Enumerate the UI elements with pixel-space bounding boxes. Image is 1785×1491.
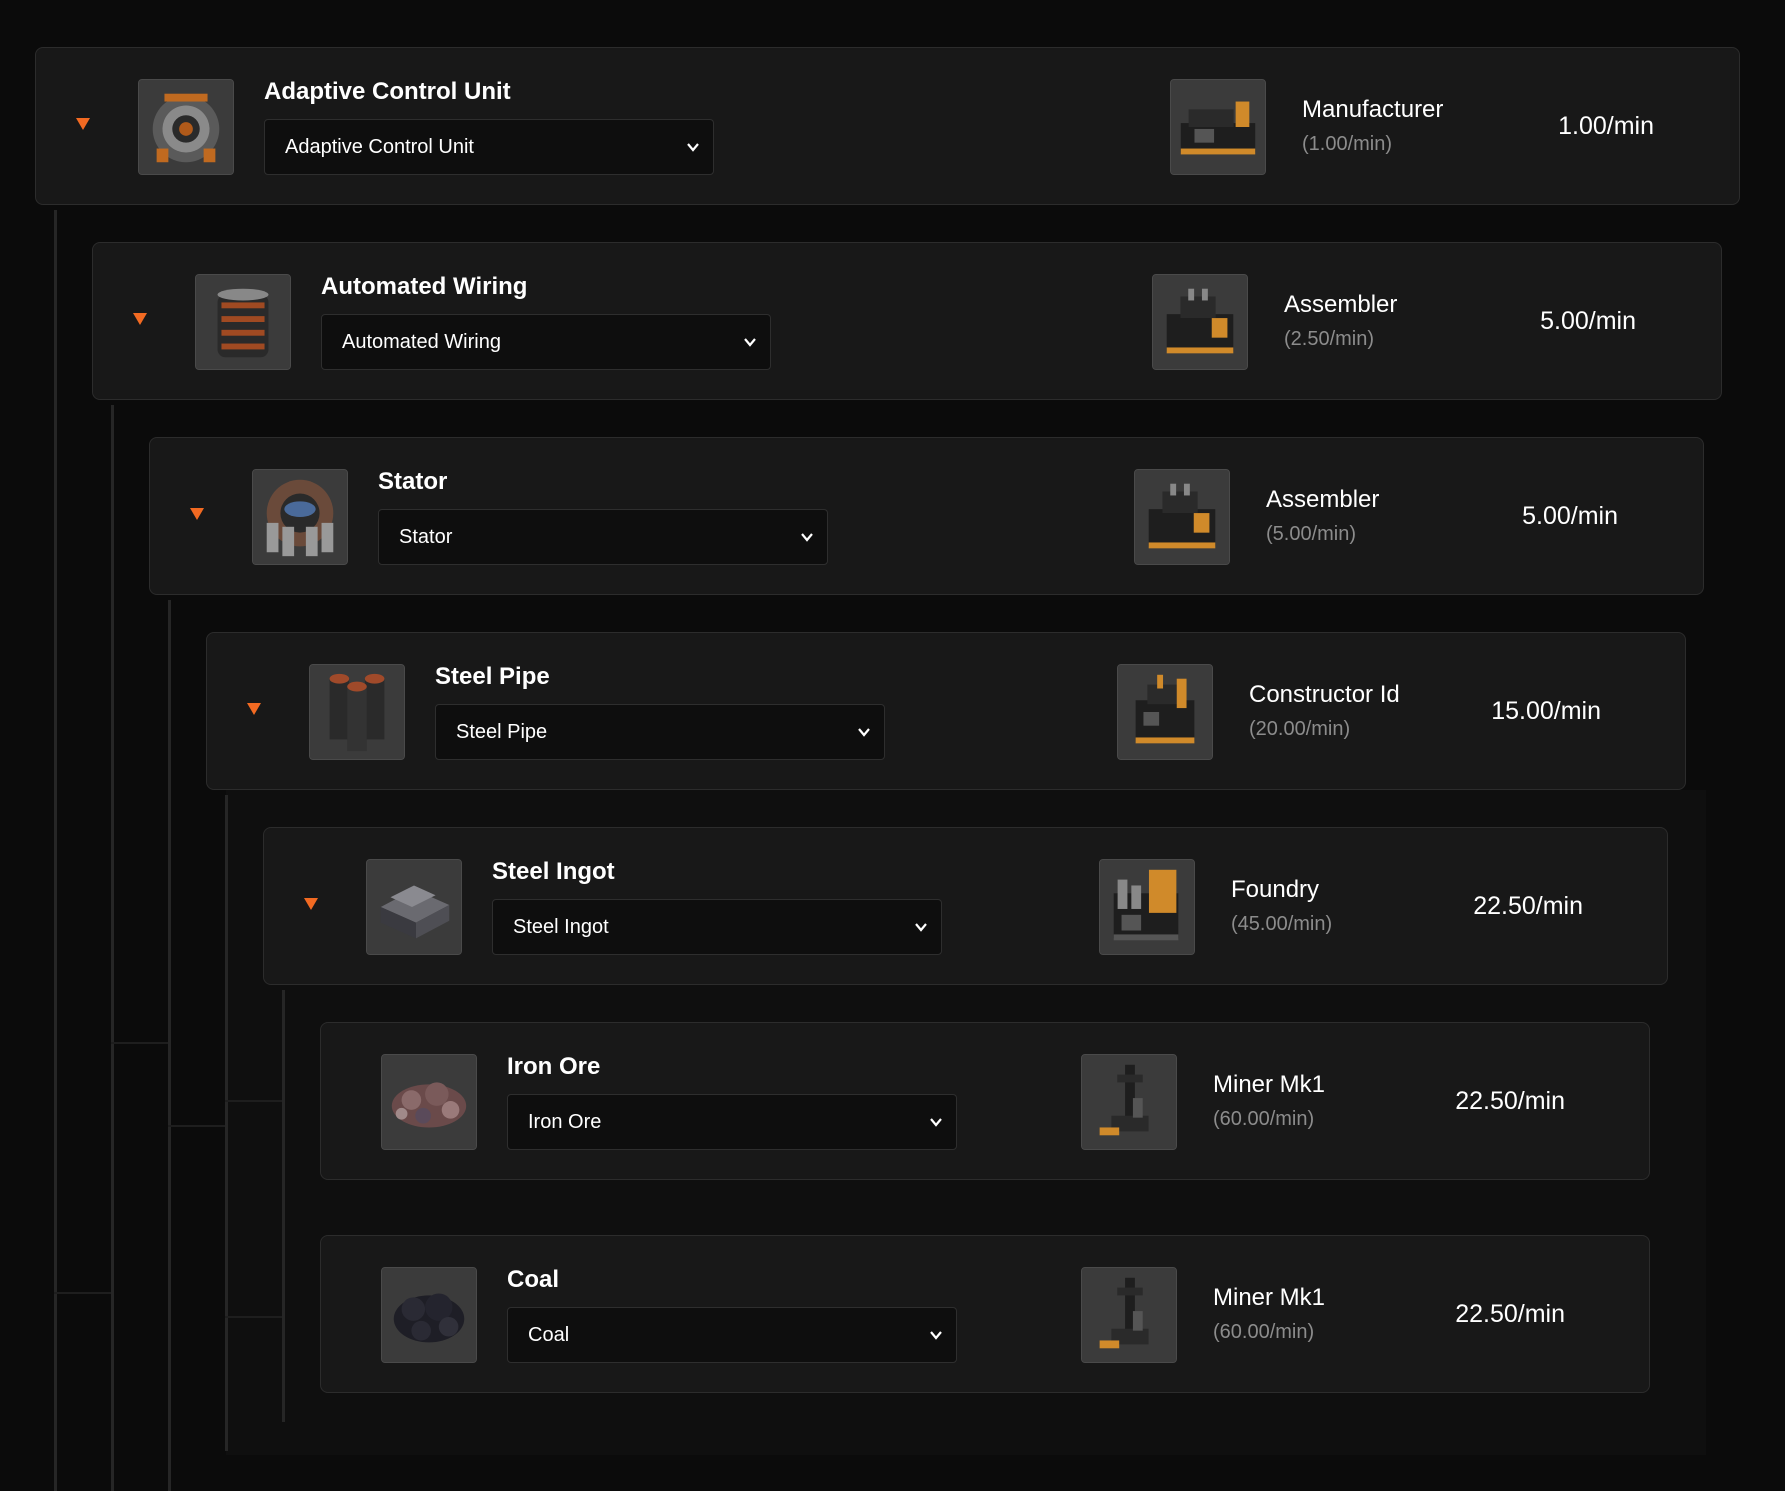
recipe-node-iron-ore: Iron Ore Iron Ore Miner Mk1 (60.00/min) … [320, 1022, 1650, 1180]
chevron-down-icon [926, 1112, 946, 1132]
recipe-select-value: Iron Ore [528, 1111, 602, 1133]
tree-branch [111, 1042, 168, 1044]
assembler-icon [1152, 274, 1248, 370]
collapse-toggle-icon[interactable] [190, 508, 204, 520]
output-rate: 22.50/min [1455, 1300, 1565, 1328]
recipe-select-value: Automated Wiring [342, 331, 501, 353]
recipe-select-value: Adaptive Control Unit [285, 136, 474, 158]
tree-branch [225, 1100, 282, 1102]
machine-rate: (45.00/min) [1231, 913, 1333, 935]
iron-ore-icon [381, 1054, 477, 1150]
steel-ingot-icon [366, 859, 462, 955]
tree-line [54, 210, 57, 1491]
output-rate: 1.00/min [1558, 112, 1654, 140]
miner-icon [1081, 1267, 1177, 1363]
recipe-select[interactable]: Coal [507, 1307, 957, 1363]
recipe-select[interactable]: Automated Wiring [321, 314, 771, 370]
assembler-icon [1134, 469, 1230, 565]
recipe-node-steel-ingot: Steel Ingot Steel Ingot Foundry (45.00/m… [263, 827, 1668, 985]
chevron-down-icon [683, 137, 703, 157]
automated-wiring-icon [195, 274, 291, 370]
chevron-down-icon [854, 722, 874, 742]
recipe-select-value: Steel Pipe [456, 721, 548, 743]
recipe-select[interactable]: Steel Ingot [492, 899, 942, 955]
tree-line [225, 795, 228, 1451]
recipe-node-adaptive-control-unit: Adaptive Control Unit Adaptive Control U… [35, 47, 1740, 205]
item-title: Coal [507, 1266, 560, 1293]
machine-name: Manufacturer [1302, 96, 1444, 123]
chevron-down-icon [797, 527, 817, 547]
item-title: Steel Pipe [435, 663, 550, 690]
stator-icon [252, 469, 348, 565]
machine-rate: (60.00/min) [1213, 1108, 1315, 1130]
output-rate: 15.00/min [1491, 697, 1601, 725]
machine-rate: (5.00/min) [1266, 523, 1357, 545]
foundry-icon [1099, 859, 1195, 955]
tree-line [282, 990, 285, 1422]
machine-rate: (1.00/min) [1302, 133, 1393, 155]
tree-line [168, 600, 171, 1491]
recipe-node-steel-pipe: Steel Pipe Steel Pipe Constructor Id (20… [206, 632, 1686, 790]
item-title: Automated Wiring [321, 273, 528, 300]
recipe-select-value: Steel Ingot [513, 916, 609, 938]
collapse-toggle-icon[interactable] [247, 703, 261, 715]
tree-branch [168, 1125, 225, 1127]
manufacturer-icon [1170, 79, 1266, 175]
recipe-select[interactable]: Steel Pipe [435, 704, 885, 760]
machine-name: Miner Mk1 [1213, 1071, 1326, 1098]
recipe-select-value: Coal [528, 1324, 570, 1346]
recipe-select[interactable]: Iron Ore [507, 1094, 957, 1150]
output-rate: 5.00/min [1522, 502, 1618, 530]
machine-name: Assembler [1266, 486, 1380, 513]
output-rate: 5.00/min [1540, 307, 1636, 335]
recipe-select[interactable]: Stator [378, 509, 828, 565]
chevron-down-icon [911, 917, 931, 937]
collapse-toggle-icon[interactable] [76, 118, 90, 130]
chevron-down-icon [926, 1325, 946, 1345]
recipe-node-automated-wiring: Automated Wiring Automated Wiring Assemb… [92, 242, 1722, 400]
machine-rate: (60.00/min) [1213, 1321, 1315, 1343]
adaptive-control-unit-icon [138, 79, 234, 175]
output-rate: 22.50/min [1473, 892, 1583, 920]
machine-name: Assembler [1284, 291, 1398, 318]
machine-name: Foundry [1231, 876, 1320, 903]
recipe-node-stator: Stator Stator Assembler (5.00/min) 5.00/… [149, 437, 1704, 595]
item-title: Iron Ore [507, 1053, 601, 1080]
output-rate: 22.50/min [1455, 1087, 1565, 1115]
machine-rate: (2.50/min) [1284, 328, 1375, 350]
machine-rate: (20.00/min) [1249, 718, 1351, 740]
constructor-icon [1117, 664, 1213, 760]
item-title: Stator [378, 468, 448, 495]
recipe-select[interactable]: Adaptive Control Unit [264, 119, 714, 175]
tree-branch [54, 1292, 111, 1294]
collapse-toggle-icon[interactable] [133, 313, 147, 325]
chevron-down-icon [740, 332, 760, 352]
machine-name: Constructor Id [1249, 681, 1400, 708]
collapse-toggle-icon[interactable] [304, 898, 318, 910]
coal-icon [381, 1267, 477, 1363]
miner-icon [1081, 1054, 1177, 1150]
machine-name: Miner Mk1 [1213, 1284, 1326, 1311]
tree-line [111, 405, 114, 1491]
recipe-select-value: Stator [399, 526, 453, 548]
item-title: Steel Ingot [492, 858, 615, 885]
steel-pipe-icon [309, 664, 405, 760]
tree-branch [225, 1316, 282, 1318]
item-title: Adaptive Control Unit [264, 78, 511, 105]
recipe-node-coal: Coal Coal Miner Mk1 (60.00/min) 22.50/mi… [320, 1235, 1650, 1393]
